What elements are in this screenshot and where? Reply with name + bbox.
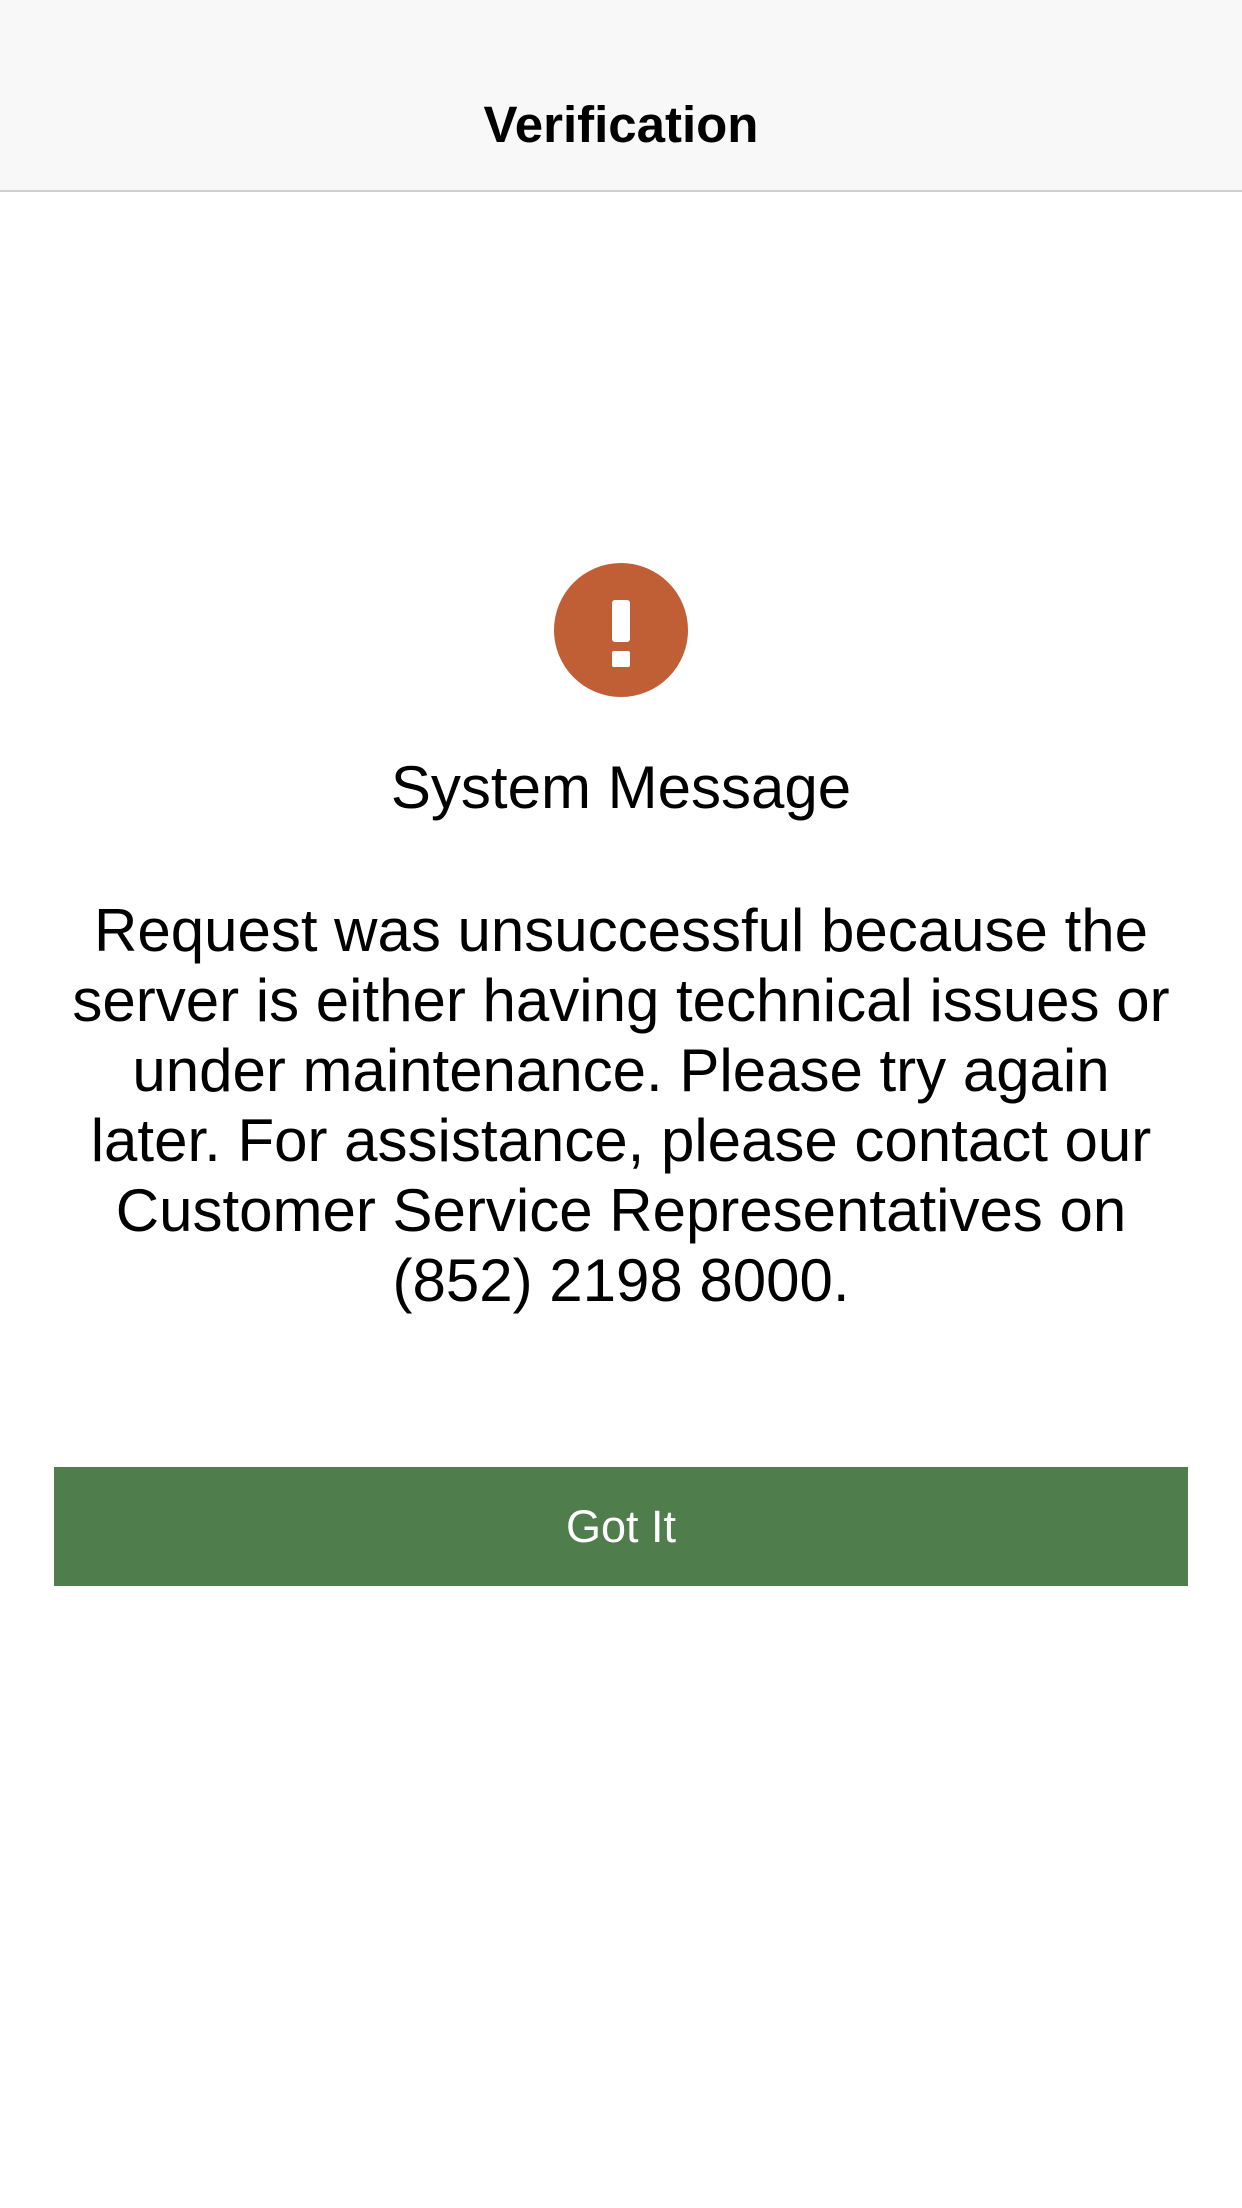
- exclamation-dot: [612, 651, 630, 667]
- message-body: Request was unsuccessful because the ser…: [72, 897, 1170, 1314]
- navigation-bar: Verification: [0, 0, 1242, 192]
- exclamation-bar: [612, 600, 630, 642]
- exclamation-circle-icon: [554, 563, 688, 697]
- got-it-button[interactable]: Got It: [54, 1467, 1188, 1586]
- message-title: System Message: [390, 754, 852, 821]
- page-title: Verification: [483, 96, 759, 153]
